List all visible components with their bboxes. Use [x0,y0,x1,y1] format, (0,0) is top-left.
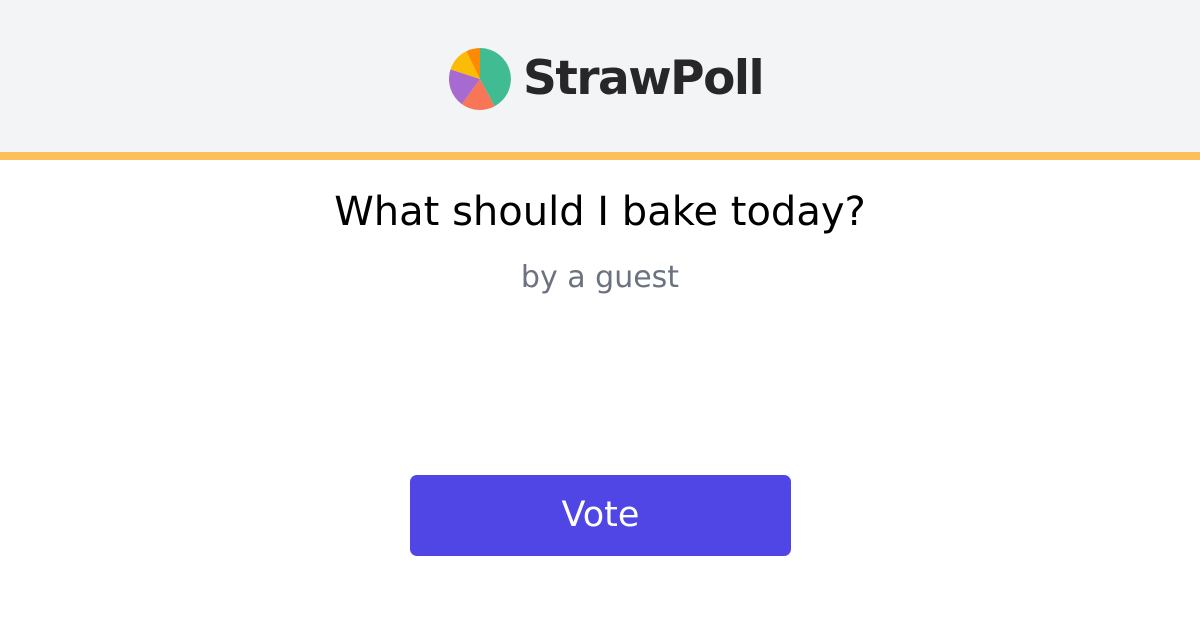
logo[interactable]: StrawPoll [449,48,765,110]
logo-wordmark: StrawPoll [523,51,765,106]
poll-question: What should I bake today? [334,189,866,235]
vote-button[interactable]: Vote [410,475,791,556]
poll-author: by a guest [520,260,680,295]
header-accent-bar [0,152,1200,160]
pie-chart-icon [449,48,511,110]
header: StrawPoll [0,0,1200,152]
